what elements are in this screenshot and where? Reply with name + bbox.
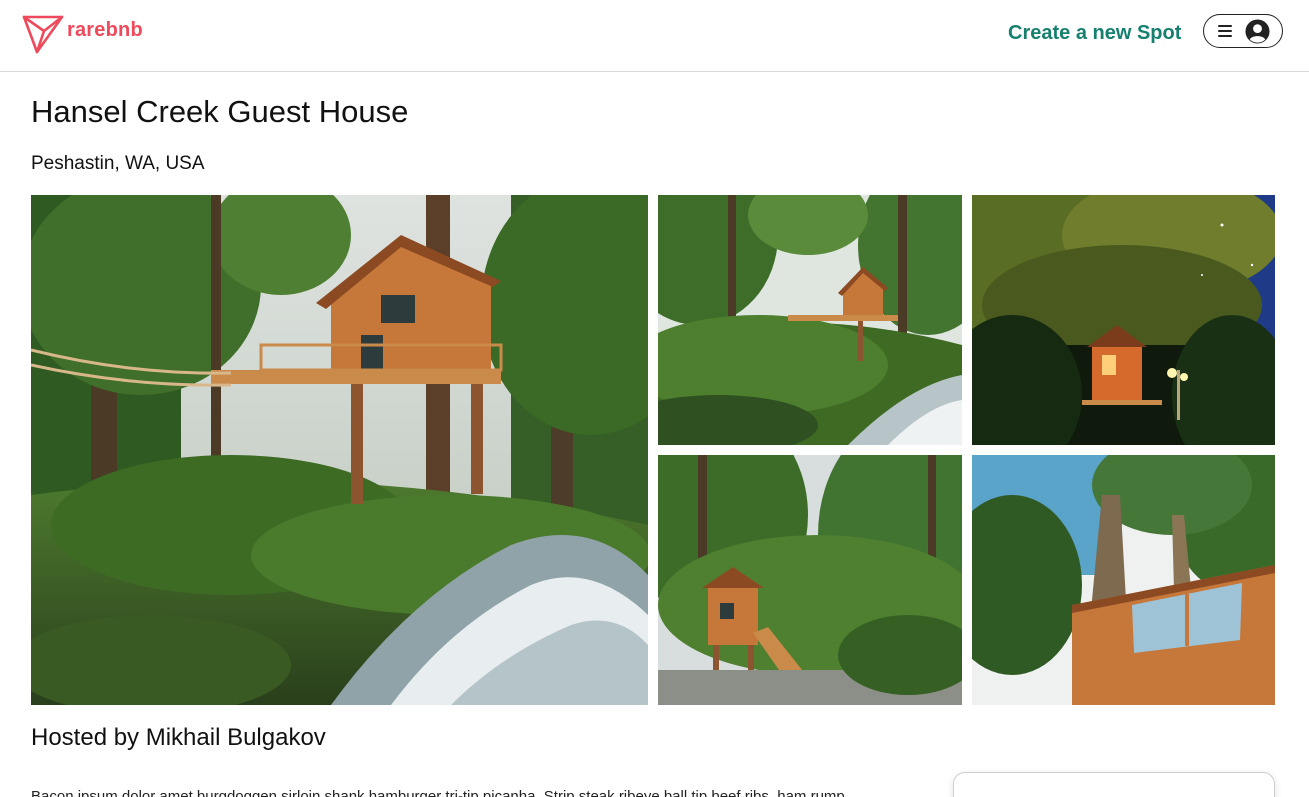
- spot-image-4[interactable]: [658, 455, 962, 705]
- booking-card: [953, 772, 1275, 797]
- top-nav-bar: rarebnb Create a new Spot: [0, 0, 1309, 72]
- spot-image-2[interactable]: [658, 195, 962, 445]
- spot-image-3[interactable]: [972, 195, 1275, 445]
- host-heading: Hosted by Mikhail Bulgakov: [31, 724, 326, 751]
- user-circle-icon: [1245, 18, 1270, 44]
- create-spot-link[interactable]: Create a new Spot: [1008, 22, 1181, 45]
- paper-plane-logo-icon: [22, 15, 64, 54]
- hamburger-menu-icon: [1218, 24, 1232, 38]
- spot-location: Peshastin, WA, USA: [31, 153, 205, 174]
- brand-name: rarebnb: [67, 18, 143, 41]
- logo-link[interactable]: rarebnb: [22, 14, 143, 54]
- profile-menu-button[interactable]: [1203, 14, 1283, 48]
- spot-image-5[interactable]: [972, 455, 1275, 705]
- spot-description: Bacon ipsum dolor amet burgdoggen sirloi…: [31, 788, 845, 797]
- spot-title: Hansel Creek Guest House: [31, 94, 409, 129]
- spot-image-main[interactable]: [31, 195, 648, 705]
